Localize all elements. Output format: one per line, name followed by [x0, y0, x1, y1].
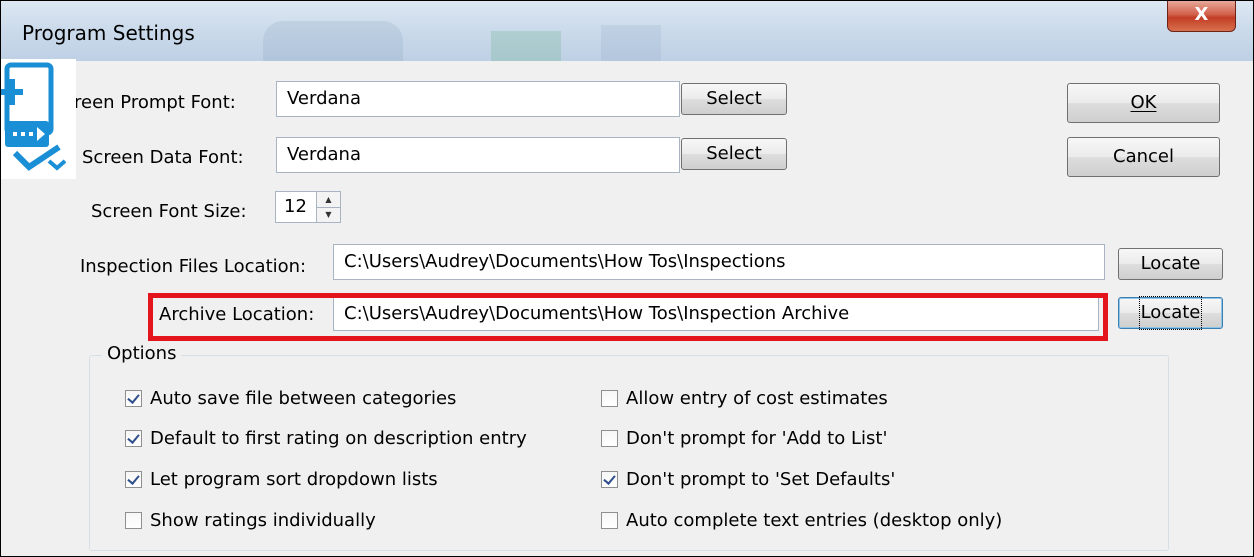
- ok-label: OK: [1130, 92, 1157, 113]
- spin-up-icon[interactable]: ▲: [317, 192, 340, 208]
- screen-font-size-label: Screen Font Size:: [91, 201, 247, 222]
- option-add-to-list[interactable]: Don't prompt for 'Add to List': [601, 425, 887, 451]
- locate-archive-label: Locate: [1138, 296, 1203, 330]
- close-button[interactable]: X: [1167, 1, 1236, 32]
- screen-prompt-font-label: reen Prompt Font:: [74, 92, 236, 113]
- window-title: Program Settings: [22, 21, 195, 45]
- option-sort-dropdown[interactable]: Let program sort dropdown lists: [125, 466, 438, 492]
- checkbox-icon[interactable]: [601, 470, 618, 488]
- checkbox-icon[interactable]: [125, 511, 142, 529]
- titlebar-background-decoration: [491, 31, 561, 61]
- option-set-defaults[interactable]: Don't prompt to 'Set Defaults': [601, 466, 895, 492]
- option-label: Don't prompt for 'Add to List': [626, 427, 888, 449]
- checkbox-icon[interactable]: [601, 429, 618, 447]
- option-label: Don't prompt to 'Set Defaults': [626, 468, 896, 490]
- option-label: Default to first rating on description e…: [150, 427, 527, 449]
- option-label: Auto complete text entries (desktop only…: [626, 509, 1003, 531]
- option-cost-estimates[interactable]: Allow entry of cost estimates: [601, 385, 888, 411]
- locate-inspection-label: Locate: [1140, 253, 1201, 274]
- close-icon: X: [1194, 4, 1209, 25]
- option-label: Show ratings individually: [150, 509, 376, 531]
- option-label: Let program sort dropdown lists: [150, 468, 438, 490]
- dialog-window: Program Settings X reen Prompt Font: Ver…: [0, 0, 1254, 557]
- screen-data-font-label: Screen Data Font:: [82, 147, 244, 168]
- title-bar[interactable]: Program Settings X: [1, 1, 1253, 61]
- screen-data-font-field[interactable]: Verdana: [276, 137, 680, 173]
- options-group-label: Options: [102, 343, 182, 364]
- select-data-font-button[interactable]: Select: [681, 138, 787, 170]
- locate-archive-button[interactable]: Locate: [1118, 296, 1223, 330]
- checkbox-icon[interactable]: [125, 389, 142, 407]
- titlebar-background-decoration: [263, 21, 403, 61]
- checkbox-icon[interactable]: [125, 470, 142, 488]
- checkbox-icon[interactable]: [601, 511, 618, 529]
- checkbox-icon[interactable]: [125, 429, 142, 447]
- app-logo-icon: [1, 59, 76, 179]
- font-size-spinner[interactable]: ▲ ▼: [316, 191, 341, 223]
- option-show-ratings[interactable]: Show ratings individually: [125, 507, 376, 533]
- checkbox-icon[interactable]: [601, 389, 618, 407]
- select-prompt-font-label: Select: [706, 88, 762, 109]
- cancel-label: Cancel: [1113, 146, 1174, 167]
- option-label: Auto save file between categories: [150, 387, 457, 409]
- archive-location-highlight: [148, 293, 1108, 341]
- ok-button[interactable]: OK: [1067, 83, 1220, 123]
- locate-inspection-button[interactable]: Locate: [1118, 248, 1223, 280]
- option-default-first-rating[interactable]: Default to first rating on description e…: [125, 425, 527, 451]
- option-label: Allow entry of cost estimates: [626, 387, 888, 409]
- titlebar-background-decoration: [601, 25, 661, 61]
- option-auto-complete[interactable]: Auto complete text entries (desktop only…: [601, 507, 1002, 533]
- screen-prompt-font-field[interactable]: Verdana: [276, 81, 680, 117]
- option-auto-save[interactable]: Auto save file between categories: [125, 385, 456, 411]
- spin-down-icon[interactable]: ▼: [317, 207, 340, 222]
- inspection-files-location-label: Inspection Files Location:: [80, 256, 307, 277]
- inspection-files-location-field[interactable]: C:\Users\Audrey\Documents\How Tos\Inspec…: [333, 244, 1105, 280]
- select-prompt-font-button[interactable]: Select: [681, 83, 787, 115]
- cancel-button[interactable]: Cancel: [1067, 137, 1220, 177]
- select-data-font-label: Select: [706, 143, 762, 164]
